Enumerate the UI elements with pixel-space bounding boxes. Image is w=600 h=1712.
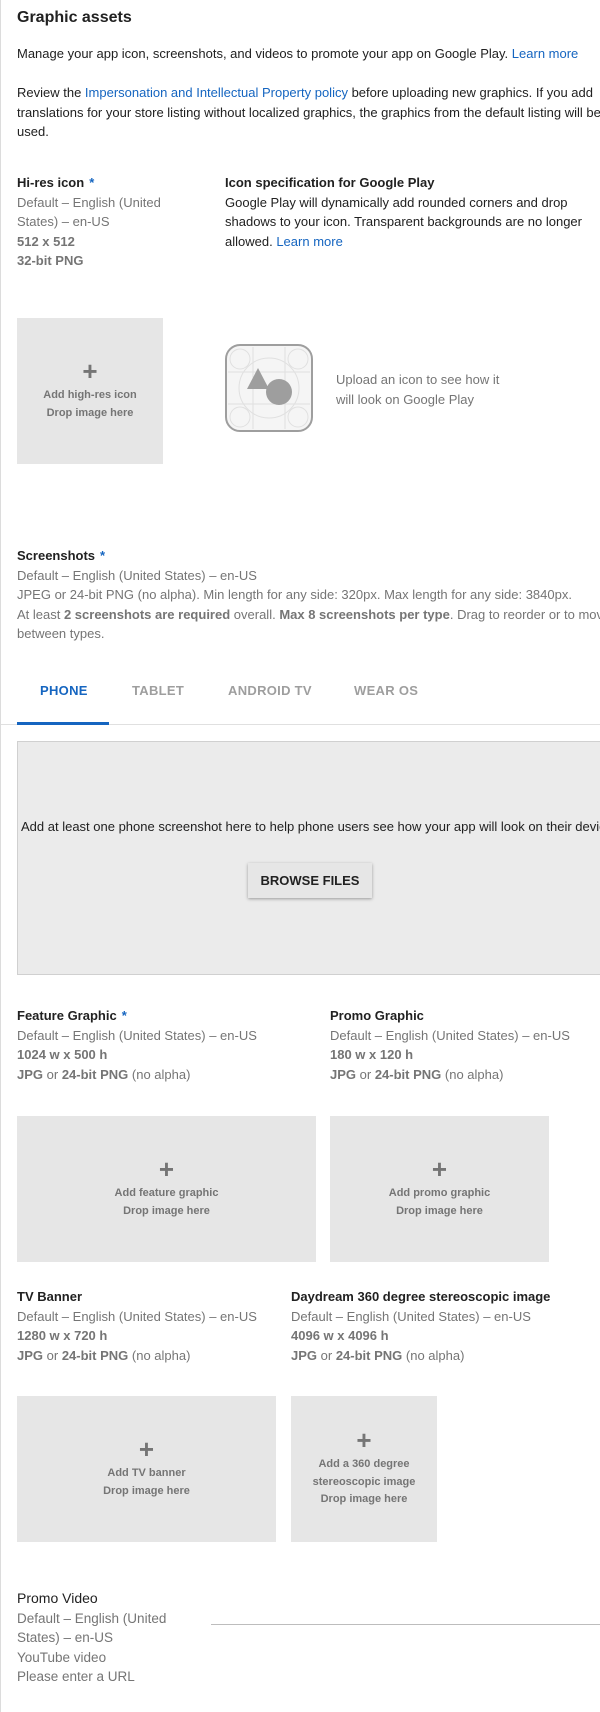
feature-graphic-info: Feature Graphic * Default – English (Unit… [17,1008,257,1082]
tab-active-indicator [17,722,109,725]
review-text: Review the Impersonation and Intellectua… [17,85,600,139]
tab-wear-os[interactable]: WEAR OS [354,683,418,698]
screenshots-label: Screenshots [17,548,96,563]
intro-learn-more-link[interactable]: Learn more [512,46,578,61]
required-marker: * [89,175,95,190]
icon-spec-title: Icon specification for Google Play [225,175,435,190]
intro-text: Manage your app icon, screenshots, and v… [17,46,579,61]
phone-screenshot-dropzone[interactable] [17,741,600,975]
hires-icon-info: Hi-res icon * Default – English (United S… [17,173,161,271]
promo-video-url-input[interactable] [211,1624,600,1625]
feature-graphic-label: Feature Graphic [17,1008,117,1023]
page-title: Graphic assets [17,9,132,26]
tab-android-tv[interactable]: ANDROID TV [228,683,312,698]
plus-icon: + [82,356,98,386]
tab-tablet[interactable]: TABLET [132,683,184,698]
promo-graphic-dropzone[interactable]: + Add promo graphic Drop image here [330,1116,549,1262]
tv-banner-label: TV Banner [17,1289,83,1304]
browse-files-button[interactable]: BROWSE FILES [248,863,372,898]
icon-preview-hint: Upload an icon to see how it will look o… [336,372,500,407]
plus-icon: + [431,1154,448,1184]
icon-template-preview-icon [225,344,313,432]
required-marker: * [100,548,106,563]
promo-graphic-label: Promo Graphic [330,1008,424,1023]
promo-video-info: Promo Video Default – English (United St… [17,1590,167,1684]
plus-icon: + [158,1154,175,1184]
hires-icon-dropzone[interactable]: + Add high-res icon Drop image here [17,318,163,464]
promo-graphic-info: Promo Graphic Default – English (United … [330,1008,570,1082]
tab-phone[interactable]: PHONE [40,683,88,698]
promo-video-label: Promo Video [17,1590,98,1606]
daydream-dropzone[interactable]: + Add a 360 degree stereoscopic image Dr… [291,1396,437,1542]
screenshots-info: Screenshots * Default – English (United S… [17,548,600,641]
icon-spec-learn-more-link[interactable]: Learn more [276,234,342,249]
plus-icon: + [356,1425,372,1456]
daydream-info: Daydream 360 degree stereoscopic image D… [291,1289,551,1363]
required-marker: * [121,1008,127,1023]
icon-spec-info: Icon specification for Google Play Googl… [225,175,582,249]
tv-banner-info: TV Banner Default – English (United Stat… [17,1289,257,1363]
ip-policy-link[interactable]: Impersonation and Intellectual Property … [85,85,348,100]
feature-graphic-dropzone[interactable]: + Add feature graphic Drop image here [17,1116,316,1262]
tv-banner-dropzone[interactable]: + Add TV banner Drop image here [17,1396,276,1542]
daydream-label: Daydream 360 degree stereoscopic image [291,1289,551,1304]
hires-icon-format: 32-bit PNG [17,253,84,268]
plus-icon: + [138,1434,155,1464]
hires-icon-label: Hi-res icon [17,175,85,190]
left-border [0,0,1,1712]
hires-icon-size: 512 x 512 [17,233,75,249]
phone-dropzone-text: Add at least one phone screenshot here t… [21,819,600,834]
